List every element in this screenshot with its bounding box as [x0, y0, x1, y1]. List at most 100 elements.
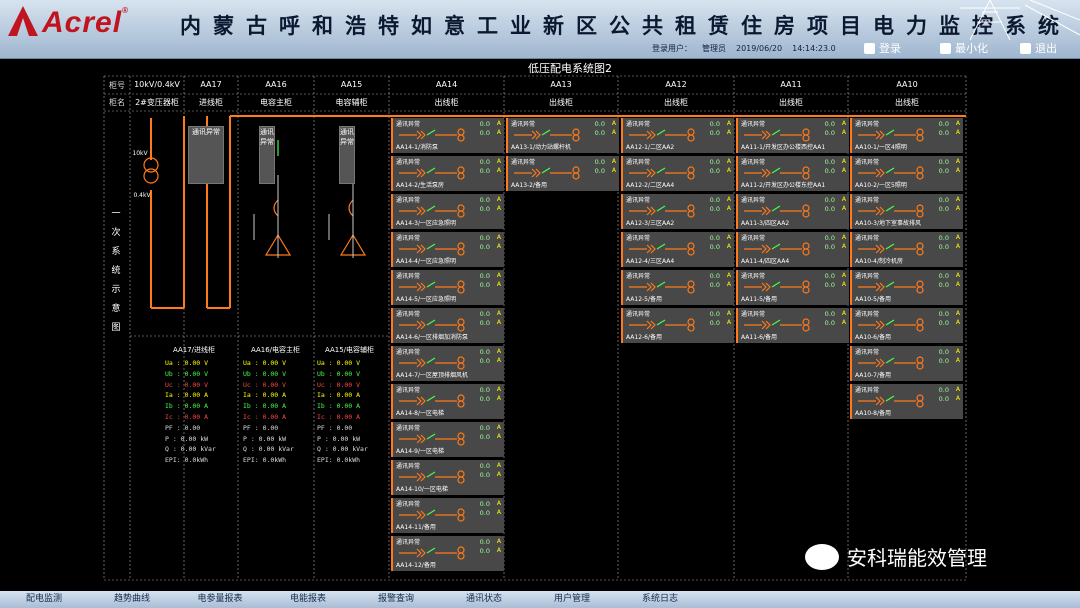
meter-row: Uc : 0.00 V [317, 380, 361, 389]
nav-item-7[interactable]: 用户管理 [528, 591, 616, 608]
meter-row: Ia : 0.00 A [243, 391, 287, 400]
feeder-aa11-3[interactable]: 通讯异常 0.0 A 0.0 A AA11-3/四区AA2 [736, 194, 849, 229]
current-value: 0.0 [709, 205, 720, 213]
breaker-symbol-icon [744, 242, 810, 256]
unit-label: A [496, 310, 501, 317]
feeder-aa11-2[interactable]: 通讯异常 0.0 A 0.0 A AA11-2/开发区办公楼东控AA1 [736, 156, 849, 191]
current-value: 0.0 [938, 234, 949, 242]
current-value: 0.0 [709, 310, 720, 318]
current-value: 0.0 [824, 272, 835, 280]
unit-label: A [955, 357, 960, 364]
feeder-aa14-3[interactable]: 通讯异常 0.0 A 0.0 A AA14-3/一区应急照明 [391, 194, 504, 229]
current-value: 0.0 [479, 196, 490, 204]
current-value: 0.0 [709, 319, 720, 327]
feeder-aa10-2[interactable]: 通讯异常 0.0 A 0.0 A AA10-2/一区5照明 [850, 156, 963, 191]
current-value: 0.0 [938, 158, 949, 166]
feeder-name: AA11-5/备用 [741, 296, 778, 303]
feeder-name: AA13-2/备用 [511, 182, 548, 189]
feeder-aa11-6[interactable]: 通讯异常 0.0 A 0.0 A AA11-6/备用 [736, 308, 849, 343]
nav-item-2[interactable]: 趋势曲线 [88, 591, 176, 608]
feeder-name: AA14-3/一区应急照明 [396, 220, 457, 227]
feeder-aa10-1[interactable]: 通讯异常 0.0 A 0.0 A AA10-1/一区4照明 [850, 118, 963, 153]
wechat-icon [805, 543, 839, 570]
feeder-aa14-6[interactable]: 通讯异常 0.0 A 0.0 A AA14-6/一区排烟加消防泵 [391, 308, 504, 343]
current-value: 0.0 [938, 196, 949, 204]
unit-label: A [955, 310, 960, 317]
feeder-aa11-5[interactable]: 通讯异常 0.0 A 0.0 A AA11-5/备用 [736, 270, 849, 305]
feeder-aa14-1[interactable]: 通讯异常 0.0 A 0.0 A AA14-1/消防泵 [391, 118, 504, 153]
feeder-aa14-12[interactable]: 通讯异常 0.0 A 0.0 A AA14-12/备用 [391, 536, 504, 571]
nav-item-1[interactable]: 配电监测 [0, 591, 88, 608]
breaker-symbol-icon [399, 508, 465, 522]
feeder-aa12-2[interactable]: 通讯异常 0.0 A 0.0 A AA12-2/二区AA4 [621, 156, 734, 191]
feeder-name: AA12-5/备用 [626, 296, 663, 303]
nav-item-3[interactable]: 电参量报表 [176, 591, 264, 608]
current-value: 0.0 [479, 281, 490, 289]
meter-row: PF : 0.00 [317, 423, 353, 432]
breaker-symbol-icon [514, 166, 580, 180]
nav-item-4[interactable]: 电能报表 [264, 591, 352, 608]
nav-item-5[interactable]: 报警查询 [352, 591, 440, 608]
feeder-aa11-4[interactable]: 通讯异常 0.0 A 0.0 A AA11-4/四区AA4 [736, 232, 849, 267]
unit-label: A [496, 167, 501, 174]
meter-title: AA15/电容辅柜 [325, 346, 375, 354]
current-value: 0.0 [938, 348, 949, 356]
current-value: 0.0 [479, 234, 490, 242]
feeder-aa14-4[interactable]: 通讯异常 0.0 A 0.0 A AA14-4/一区应急照明 [391, 232, 504, 267]
unit-label: A [726, 167, 731, 174]
feeder-name: AA14-5/一区应急照明 [396, 296, 457, 303]
breaker-symbol-icon [629, 204, 695, 218]
feeder-aa14-8[interactable]: 通讯异常 0.0 A 0.0 A AA14-8/一区电梯 [391, 384, 504, 419]
unit-label: A [841, 196, 846, 203]
meter-row: Ia : 0.00 A [317, 391, 361, 400]
current-value: 0.0 [479, 205, 490, 213]
current-value: 0.0 [479, 243, 490, 251]
feeder-aa10-8[interactable]: 通讯异常 0.0 A 0.0 A AA10-8/备用 [850, 384, 963, 419]
breaker-symbol-icon [399, 280, 465, 294]
unit-label: A [841, 129, 846, 136]
feeder-aa13-2[interactable]: 通讯异常 0.0 A 0.0 A AA13-2/备用 [506, 156, 619, 191]
feeder-aa10-5[interactable]: 通讯异常 0.0 A 0.0 A AA10-5/备用 [850, 270, 963, 305]
meter-row: Q : 0.00 kVar [165, 445, 216, 454]
feeder-name: AA10-6/备用 [855, 334, 892, 341]
cabinet-no-aa13: AA13 [550, 80, 572, 89]
feeder-aa14-5[interactable]: 通讯异常 0.0 A 0.0 A AA14-5/一区应急照明 [391, 270, 504, 305]
feeder-aa12-3[interactable]: 通讯异常 0.0 A 0.0 A AA12-3/三区AA2 [621, 194, 734, 229]
current-value: 0.0 [479, 433, 490, 441]
feeder-aa14-7[interactable]: 通讯异常 0.0 A 0.0 A AA14-7/一区屋顶排烟风机 [391, 346, 504, 381]
nav-item-8[interactable]: 系统日志 [616, 591, 704, 608]
nav-item-6[interactable]: 通讯状态 [440, 591, 528, 608]
feeder-name: AA11-1/开发区办公楼西控AA1 [741, 144, 826, 151]
current-value: 0.0 [594, 120, 605, 128]
current-value: 0.0 [938, 281, 949, 289]
feeder-aa10-3[interactable]: 通讯异常 0.0 A 0.0 A AA10-3/地下室事故排风 [850, 194, 963, 229]
feeder-aa13-1[interactable]: 通讯异常 0.0 A 0.0 A AA13-1/动力站螺杆机 [506, 118, 619, 153]
feeder-aa10-7[interactable]: 通讯异常 0.0 A 0.0 A AA10-7/备用 [850, 346, 963, 381]
feeder-aa10-6[interactable]: 通讯异常 0.0 A 0.0 A AA10-6/备用 [850, 308, 963, 343]
feeder-aa12-1[interactable]: 通讯异常 0.0 A 0.0 A AA12-1/二区AA2 [621, 118, 734, 153]
current-value: 0.0 [479, 167, 490, 175]
feeder-aa12-5[interactable]: 通讯异常 0.0 A 0.0 A AA12-5/备用 [621, 270, 734, 305]
cabinet-name-aa14: 出线柜 [434, 98, 459, 107]
unit-label: A [726, 319, 731, 326]
breaker-symbol-icon [858, 356, 924, 370]
feeder-aa14-10[interactable]: 通讯异常 0.0 A 0.0 A AA14-10/一区电梯 [391, 460, 504, 495]
feeder-aa12-6[interactable]: 通讯异常 0.0 A 0.0 A AA12-6/备用 [621, 308, 734, 343]
feeder-aa14-11[interactable]: 通讯异常 0.0 A 0.0 A AA14-11/备用 [391, 498, 504, 533]
cabinet-name-aa16: 电容主柜 [260, 98, 292, 107]
meter-row: P : 0.00 kW [165, 434, 209, 443]
current-value: 0.0 [938, 167, 949, 175]
unit-label: A [726, 129, 731, 136]
comm-box-aa17: 通讯异常 [188, 126, 224, 184]
feeder-aa12-4[interactable]: 通讯异常 0.0 A 0.0 A AA12-4/三区AA4 [621, 232, 734, 267]
feeder-aa14-9[interactable]: 通讯异常 0.0 A 0.0 A AA14-9/一区电梯 [391, 422, 504, 457]
unit-label: A [496, 272, 501, 279]
feeder-aa10-4[interactable]: 通讯异常 0.0 A 0.0 A AA10-4/制冷机房 [850, 232, 963, 267]
breaker-symbol-icon [399, 432, 465, 446]
breaker-symbol-icon [858, 128, 924, 142]
feeder-aa14-2[interactable]: 通讯异常 0.0 A 0.0 A AA14-2/生活泵房 [391, 156, 504, 191]
current-value: 0.0 [479, 386, 490, 394]
feeder-aa11-1[interactable]: 通讯异常 0.0 A 0.0 A AA11-1/开发区办公楼西控AA1 [736, 118, 849, 153]
current-value: 0.0 [594, 167, 605, 175]
cabinet-no-aa12: AA12 [665, 80, 687, 89]
